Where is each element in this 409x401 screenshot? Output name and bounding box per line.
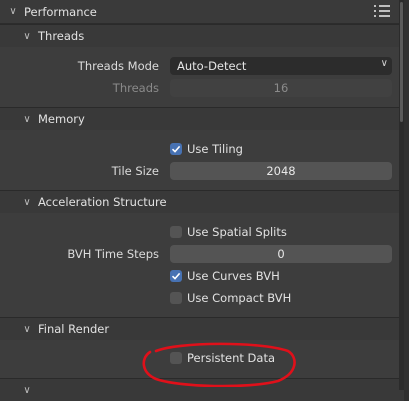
bvh-time-steps-field[interactable]: 0 xyxy=(170,245,392,263)
properties-editor: ∨ Performance ∨ Threads Threads Mode Aut… xyxy=(0,0,404,401)
chevron-down-icon: ∨ xyxy=(23,384,31,396)
memory-subpanel-header[interactable]: ∨ Memory xyxy=(0,107,404,130)
threads-mode-label: Threads Mode xyxy=(77,59,159,73)
chevron-down-icon: ∨ xyxy=(23,30,31,42)
memory-title: Memory xyxy=(38,112,85,126)
spatial-splits-label: Use Spatial Splits xyxy=(187,225,287,239)
acceleration-subpanel-header[interactable]: ∨ Acceleration Structure xyxy=(0,190,404,213)
curves-bvh-checkbox[interactable]: Use Curves BVH xyxy=(170,267,280,285)
threads-label: Threads xyxy=(112,81,159,95)
persistent-data-row: Persistent Data xyxy=(0,347,404,369)
final-render-title: Final Render xyxy=(38,322,110,336)
threads-subpanel-header[interactable]: ∨ Threads xyxy=(0,24,404,47)
use-tiling-checkbox[interactable]: Use Tiling xyxy=(170,140,243,158)
threads-mode-dropdown[interactable]: Auto-Detect ∨ xyxy=(170,57,392,75)
threads-title: Threads xyxy=(38,29,85,43)
chevron-down-icon: ∨ xyxy=(23,196,31,208)
persistent-data-checkbox[interactable]: Persistent Data xyxy=(170,349,275,367)
final-render-subpanel-header[interactable]: ∨ Final Render xyxy=(0,317,404,340)
checkbox-empty-icon xyxy=(170,226,182,238)
compact-bvh-checkbox[interactable]: Use Compact BVH xyxy=(170,289,291,307)
threads-mode-row: Threads Mode Auto-Detect ∨ xyxy=(0,55,404,77)
performance-title: Performance xyxy=(24,4,97,19)
chevron-down-icon: ∨ xyxy=(23,113,31,125)
scrollbar[interactable] xyxy=(399,0,404,390)
tile-size-field[interactable]: 2048 xyxy=(170,162,392,180)
performance-panel-header[interactable]: ∨ Performance xyxy=(0,0,404,24)
chevron-down-icon: ∨ xyxy=(380,58,388,69)
acceleration-title: Acceleration Structure xyxy=(38,195,167,209)
tile-size-row: Tile Size 2048 xyxy=(0,160,404,182)
checkmark-icon xyxy=(170,143,182,155)
use-tiling-row: Use Tiling xyxy=(0,138,404,160)
tile-size-label: Tile Size xyxy=(111,164,159,178)
checkbox-empty-icon xyxy=(170,352,182,364)
scrollbar-thumb[interactable] xyxy=(400,2,403,122)
threads-count-field[interactable]: 16 xyxy=(170,79,392,97)
chevron-down-icon: ∨ xyxy=(23,323,31,335)
threads-mode-value: Auto-Detect xyxy=(177,59,247,73)
spatial-splits-row: Use Spatial Splits xyxy=(0,221,404,243)
persistent-data-label: Persistent Data xyxy=(187,351,276,365)
bvh-time-steps-row: BVH Time Steps 0 xyxy=(0,243,404,265)
spatial-splits-checkbox[interactable]: Use Spatial Splits xyxy=(170,223,287,241)
checkbox-empty-icon xyxy=(170,292,182,304)
compact-bvh-row: Use Compact BVH xyxy=(0,287,404,309)
checkmark-icon xyxy=(170,270,182,282)
drag-handle-icon[interactable] xyxy=(374,5,390,17)
use-tiling-label: Use Tiling xyxy=(187,142,243,156)
threads-count-row: Threads 16 xyxy=(0,77,404,99)
chevron-down-icon: ∨ xyxy=(9,6,17,17)
bvh-time-steps-label: BVH Time Steps xyxy=(67,247,159,261)
curves-bvh-label: Use Curves BVH xyxy=(187,269,280,283)
compact-bvh-label: Use Compact BVH xyxy=(187,291,292,305)
curves-bvh-row: Use Curves BVH xyxy=(0,265,404,287)
